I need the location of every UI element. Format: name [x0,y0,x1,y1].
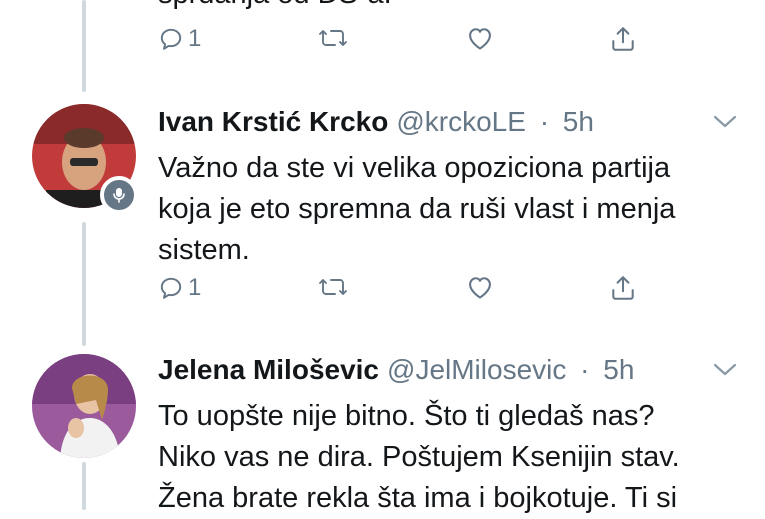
retweet-icon [318,274,348,300]
timestamp[interactable]: 5h [603,354,634,385]
separator: · [580,354,590,385]
tweet-actions: 1 [158,25,658,65]
like-button[interactable] [466,274,494,300]
author-handle[interactable]: @krckoLE [396,106,526,137]
retweet-button[interactable] [318,25,348,51]
like-button[interactable] [466,25,494,51]
share-button[interactable] [610,274,636,302]
tweet-text: To uopšte nije bitno. Što ti gledaš nas?… [158,400,680,514]
tweet-text: sprdanja od DS-a. [158,0,392,11]
chevron-down-icon[interactable] [711,110,739,138]
timestamp[interactable]: 5h [563,106,594,137]
retweet-icon [318,25,348,51]
author-name[interactable]: Ivan Krstić Krcko [158,106,388,137]
retweet-button[interactable] [318,274,348,300]
share-icon [610,25,636,53]
share-icon [610,274,636,302]
chevron-down-icon[interactable] [711,358,739,386]
tweet-partial[interactable]: sprdanja od DS-a. 1 [0,0,765,80]
reply-count: 1 [188,274,202,301]
tweet-header: Jelena Miloševic @JelMilosevic · 5h [158,354,634,386]
tweet-jelena[interactable]: Jelena Miloševic @JelMilosevic · 5h To uo… [0,346,765,514]
reply-count: 1 [188,25,202,52]
heart-icon [466,274,494,300]
author-handle[interactable]: @JelMilosevic [387,354,566,385]
reply-button[interactable]: 1 [158,25,201,53]
reply-icon [158,275,184,301]
reply-button[interactable]: 1 [158,274,201,302]
tweet-actions: 1 [158,274,658,314]
tweet-header: Ivan Krstić Krcko @krckoLE · 5h [158,106,594,138]
tweet-text: Važno da ste vi velika opoziciona partij… [158,152,676,266]
avatar-jelena[interactable] [32,354,136,458]
heart-icon [466,25,494,51]
tweet-ivan[interactable]: Ivan Krstić Krcko @krckoLE · 5h Važno da … [0,98,765,328]
microphone-icon [100,176,138,214]
share-button[interactable] [610,25,636,53]
reply-icon [158,26,184,52]
separator: · [539,106,550,137]
author-name[interactable]: Jelena Miloševic [158,354,379,385]
